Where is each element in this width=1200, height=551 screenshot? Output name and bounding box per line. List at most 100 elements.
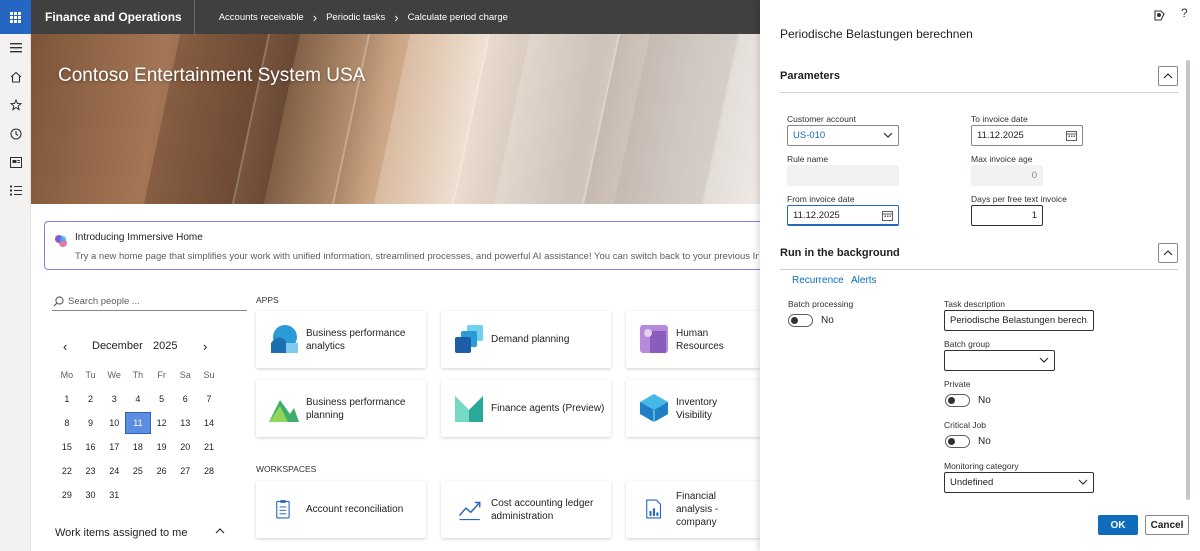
calendar-day[interactable]: 12: [150, 418, 174, 428]
breadcrumb-item-periodic-tasks[interactable]: Periodic tasks: [326, 12, 385, 23]
app-launcher-button[interactable]: [0, 0, 31, 34]
calendar-day[interactable]: 22: [55, 466, 79, 476]
calendar-day[interactable]: 10: [102, 418, 126, 428]
calendar-day[interactable]: 27: [173, 466, 197, 476]
star-icon[interactable]: [0, 91, 31, 120]
workspace-tile-financial-analysis[interactable]: Financial analysis - company: [626, 481, 760, 538]
from-invoice-date-field[interactable]: 11.12.2025: [787, 205, 899, 226]
calendar-day[interactable]: 1: [55, 394, 79, 404]
chevron-right-icon: ›: [312, 9, 318, 25]
app-tile-inventory-visibility[interactable]: Inventory Visibility: [626, 380, 760, 437]
app-tile-business-performance-analytics[interactable]: Business performance analytics: [256, 311, 426, 368]
calendar-day[interactable]: 25: [126, 466, 150, 476]
calendar-day[interactable]: 11: [125, 412, 151, 434]
calendar-day[interactable]: 17: [102, 442, 126, 452]
app-title[interactable]: Finance and Operations: [31, 0, 195, 34]
critical-job-toggle[interactable]: [945, 435, 970, 448]
monitoring-category-select[interactable]: Undefined: [944, 472, 1094, 493]
calendar-day[interactable]: 23: [79, 466, 103, 476]
banner-text: Try a new home page that simplifies your…: [75, 251, 759, 262]
calendar-day[interactable]: 20: [173, 442, 197, 452]
days-per-free-text-value: 1: [1031, 210, 1037, 221]
home-icon[interactable]: [0, 63, 31, 92]
calendar-day[interactable]: 7: [197, 394, 221, 404]
calendar-day[interactable]: 26: [150, 466, 174, 476]
calendar-grid: Mo Tu We Th Fr Sa Su 1 2 3 4 5 6 7 8 9 10 11 12 13 14…: [55, 363, 221, 507]
calendar-day[interactable]: 13: [173, 418, 197, 428]
calendar-day[interactable]: 21: [197, 442, 221, 452]
calendar-day[interactable]: 28: [197, 466, 221, 476]
workspace-tile-account-reconciliation[interactable]: Account reconciliation: [256, 481, 426, 538]
app-tile-demand-planning[interactable]: Demand planning: [441, 311, 611, 368]
chevron-right-icon[interactable]: ›: [203, 339, 207, 354]
hamburger-icon[interactable]: [0, 34, 31, 63]
app-tile-business-performance-planning[interactable]: Business performance planning: [256, 380, 426, 437]
work-items-header[interactable]: Work items assigned to me: [55, 527, 225, 539]
background-section-header[interactable]: Run in the background: [780, 236, 1178, 270]
calendar-day[interactable]: 5: [150, 394, 174, 404]
workspace-tile-cost-accounting[interactable]: Cost accounting ledger administration: [441, 481, 611, 538]
bpa-icon: [271, 325, 298, 353]
left-navigation: [0, 34, 31, 551]
to-invoice-date-field[interactable]: 11.12.2025: [971, 125, 1083, 146]
task-description-field[interactable]: Periodische Belastungen berech...: [944, 310, 1094, 331]
collapse-parameters-button[interactable]: [1158, 65, 1178, 86]
calendar-day[interactable]: 8: [55, 418, 79, 428]
days-per-free-text-label: Days per free text invoice: [971, 194, 1067, 204]
tab-alerts[interactable]: Alerts: [851, 275, 877, 286]
calendar-week-row: 22 23 24 25 26 27 28: [55, 459, 221, 483]
workspace-icon[interactable]: [0, 148, 31, 177]
private-value: No: [978, 395, 991, 406]
collapse-background-button[interactable]: [1158, 242, 1178, 263]
parameters-heading: Parameters: [780, 69, 840, 82]
panel-scrollbar[interactable]: [1186, 60, 1190, 500]
calendar-day[interactable]: 18: [126, 442, 150, 452]
batch-processing-value: No: [821, 315, 834, 326]
parameters-section-header[interactable]: Parameters: [780, 59, 1178, 93]
tile-label: Human Resources: [676, 327, 724, 352]
copilot-icon[interactable]: [1153, 9, 1166, 21]
calendar-day[interactable]: 4: [126, 394, 150, 404]
modules-icon[interactable]: [0, 177, 31, 206]
app-tile-human-resources[interactable]: Human Resources: [626, 311, 760, 368]
batch-group-select[interactable]: [944, 350, 1055, 371]
calendar-day[interactable]: 3: [102, 394, 126, 404]
cancel-button[interactable]: Cancel: [1145, 515, 1189, 535]
calendar-day[interactable]: 31: [102, 490, 126, 500]
rule-name-label: Rule name: [787, 154, 829, 164]
private-label: Private: [944, 379, 971, 389]
search-placeholder: Search people ...: [68, 296, 140, 307]
chevron-right-icon: ›: [394, 9, 399, 25]
breadcrumb-item-accounts-receivable[interactable]: Accounts receivable: [219, 12, 304, 23]
calendar-icon[interactable]: [882, 210, 893, 221]
tile-label: Cost accounting ledger administration: [491, 497, 594, 522]
private-toggle[interactable]: [945, 394, 970, 407]
customer-account-select[interactable]: US-010: [787, 125, 899, 146]
hero-decoration: [487, 34, 625, 204]
tab-recurrence[interactable]: Recurrence: [792, 275, 844, 286]
calendar-day[interactable]: 2: [79, 394, 103, 404]
help-icon[interactable]: ?: [1181, 6, 1188, 20]
calculate-period-charge-dialog: ? Periodische Belastungen berechnen Para…: [760, 0, 1200, 551]
days-per-free-text-field[interactable]: 1: [971, 205, 1043, 226]
ok-button[interactable]: OK: [1098, 515, 1138, 535]
calendar-day[interactable]: 15: [55, 442, 79, 452]
calendar-day[interactable]: 6: [173, 394, 197, 404]
calendar-icon[interactable]: [1066, 130, 1077, 141]
calendar-day[interactable]: 14: [197, 418, 221, 428]
recent-icon[interactable]: [0, 120, 31, 149]
app-tile-finance-agents[interactable]: Finance agents (Preview): [441, 380, 611, 437]
chevron-up-icon[interactable]: [215, 526, 225, 538]
calendar-day[interactable]: 19: [150, 442, 174, 452]
calendar-day[interactable]: 29: [55, 490, 79, 500]
calendar-day[interactable]: 9: [79, 418, 103, 428]
calendar-weekday-row: Mo Tu We Th Fr Sa Su: [55, 363, 221, 387]
calendar-day[interactable]: 24: [102, 466, 126, 476]
batch-processing-toggle[interactable]: [788, 314, 813, 327]
chevron-left-icon[interactable]: ‹: [63, 339, 67, 354]
calendar-day[interactable]: 16: [79, 442, 103, 452]
search-people-input[interactable]: Search people ...: [52, 293, 247, 311]
max-invoice-age-field: 0: [971, 165, 1043, 186]
calendar-day[interactable]: 30: [79, 490, 103, 500]
breadcrumb-item-calculate-period-charge[interactable]: Calculate period charge: [408, 12, 508, 23]
